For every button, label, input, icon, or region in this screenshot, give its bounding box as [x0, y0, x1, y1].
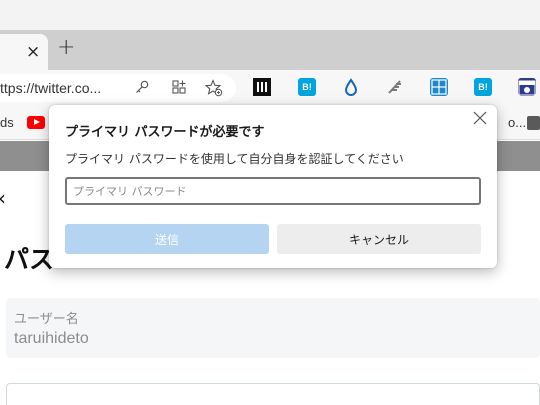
primary-password-input[interactable] [65, 177, 481, 205]
key-icon[interactable] [133, 79, 151, 97]
new-tab-button[interactable]: + [57, 37, 75, 59]
add-app-icon[interactable] [170, 79, 188, 97]
grid-extension-icon[interactable] [430, 78, 448, 96]
archive-extension-icon[interactable] [253, 78, 271, 96]
youtube-icon[interactable] [27, 116, 45, 129]
window-top-strip [0, 0, 540, 30]
bookmark-item-text[interactable]: ds [0, 115, 14, 130]
address-url[interactable]: ttps://twitter.co... [0, 80, 112, 96]
calendar-extension-icon[interactable] [518, 78, 536, 96]
dialog-title: プライマリ パスワードが必要です [65, 125, 265, 140]
submit-button[interactable]: 送信 [65, 224, 269, 254]
close-tab-icon[interactable]: × [26, 43, 40, 61]
page-title: パス [4, 245, 55, 274]
browser-toolbar: ttps://twitter.co... B! B! [0, 70, 540, 106]
bookmark-favicon-icon[interactable] [527, 116, 540, 130]
hatena-bookmark-icon-1[interactable]: B! [298, 78, 316, 96]
username-label: ユーザー名 [14, 312, 79, 327]
browser-tab[interactable]: × [0, 34, 48, 70]
close-icon[interactable] [473, 111, 487, 129]
feather-extension-icon[interactable] [386, 78, 404, 96]
cancel-button[interactable]: キャンセル [277, 224, 481, 254]
address-bar[interactable]: ttps://twitter.co... [0, 74, 236, 102]
bookmark-item-right[interactable]: o... [508, 115, 526, 130]
username-field: ユーザー名 taruihideto [6, 298, 540, 358]
username-value: taruihideto [14, 330, 89, 347]
favorite-star-add-icon[interactable] [204, 79, 223, 97]
password-field[interactable] [6, 383, 540, 405]
tab-bar: × + [0, 30, 540, 70]
dialog-description: プライマリ パスワードを使用して自分自身を認証してください [65, 152, 404, 166]
droplet-extension-icon[interactable] [342, 78, 360, 96]
primary-password-dialog: プライマリ パスワードが必要です プライマリ パスワードを使用して自分自身を認証… [49, 105, 497, 268]
hatena-bookmark-icon-2[interactable]: B! [474, 78, 492, 96]
back-arrow-icon[interactable]: ‹ [0, 186, 6, 210]
